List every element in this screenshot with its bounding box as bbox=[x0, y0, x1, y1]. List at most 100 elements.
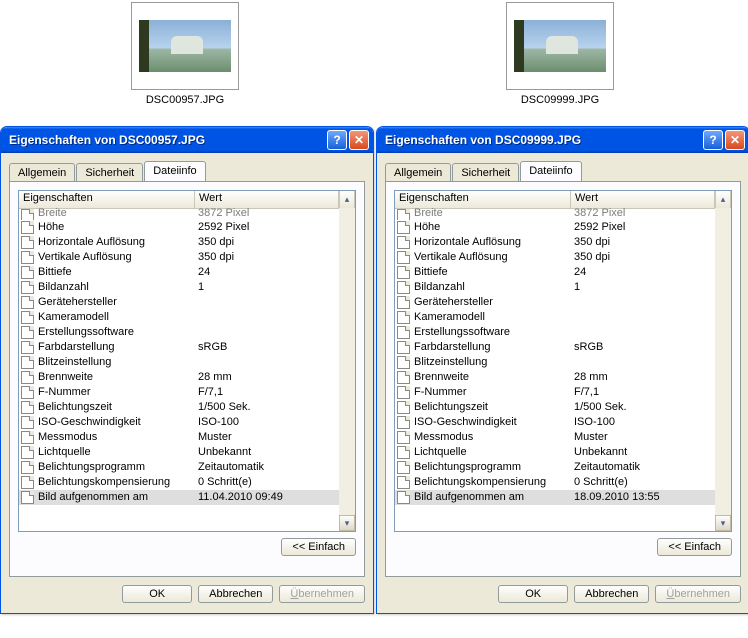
tab-panel: Eigenschaften Wert ▴ Breite3872 PixelHöh… bbox=[385, 181, 741, 577]
table-row[interactable]: Brennweite28 mm bbox=[395, 370, 715, 385]
table-row[interactable]: ISO-GeschwindigkeitISO-100 bbox=[19, 415, 339, 430]
table-row[interactable]: FarbdarstellungsRGB bbox=[19, 340, 339, 355]
property-name: Blitzeinstellung bbox=[414, 355, 574, 370]
table-row[interactable]: Horizontale Auflösung350 dpi bbox=[19, 235, 339, 250]
table-row[interactable]: BelichtungsprogrammZeitautomatik bbox=[395, 460, 715, 475]
table-row[interactable]: Vertikale Auflösung350 dpi bbox=[395, 250, 715, 265]
col-header-val[interactable]: Wert bbox=[195, 191, 339, 208]
apply-button[interactable]: Übernehmen bbox=[279, 585, 365, 603]
apply-button[interactable]: Übernehmen bbox=[655, 585, 741, 603]
tab-dateiinfo[interactable]: Dateiinfo bbox=[144, 161, 205, 181]
table-row[interactable]: Erstellungssoftware bbox=[19, 325, 339, 340]
close-button[interactable]: ✕ bbox=[725, 130, 745, 150]
col-header-val[interactable]: Wert bbox=[571, 191, 715, 208]
document-icon bbox=[397, 236, 410, 249]
col-header-prop[interactable]: Eigenschaften bbox=[395, 191, 571, 208]
property-list[interactable]: Eigenschaften Wert ▴ Breite3872 PixelHöh… bbox=[18, 190, 356, 532]
document-icon bbox=[397, 341, 410, 354]
table-row[interactable]: Belichtungszeit1/500 Sek. bbox=[395, 400, 715, 415]
table-row[interactable]: MessmodusMuster bbox=[395, 430, 715, 445]
tab-sicherheit[interactable]: Sicherheit bbox=[76, 163, 143, 182]
document-icon bbox=[21, 401, 34, 414]
property-list[interactable]: Eigenschaften Wert ▴ Breite3872 PixelHöh… bbox=[394, 190, 732, 532]
property-name: Brennweite bbox=[414, 370, 574, 385]
document-icon bbox=[21, 356, 34, 369]
table-row[interactable]: Kameramodell bbox=[19, 310, 339, 325]
tabs-row: Allgemein Sicherheit Dateiinfo bbox=[1, 153, 373, 181]
table-row[interactable]: Erstellungssoftware bbox=[395, 325, 715, 340]
tab-allgemein[interactable]: Allgemein bbox=[385, 163, 451, 182]
document-icon bbox=[21, 446, 34, 459]
table-row[interactable]: Vertikale Auflösung350 dpi bbox=[19, 250, 339, 265]
ok-button[interactable]: OK bbox=[122, 585, 192, 603]
tab-panel: Eigenschaften Wert ▴ Breite3872 PixelHöh… bbox=[9, 181, 365, 577]
help-button[interactable]: ? bbox=[327, 130, 347, 150]
table-row[interactable]: LichtquelleUnbekannt bbox=[395, 445, 715, 460]
titlebar[interactable]: Eigenschaften von DSC09999.JPG ? ✕ bbox=[377, 127, 748, 153]
table-row[interactable]: Bildanzahl1 bbox=[395, 280, 715, 295]
table-row[interactable]: MessmodusMuster bbox=[19, 430, 339, 445]
tab-sicherheit[interactable]: Sicherheit bbox=[452, 163, 519, 182]
table-row[interactable]: Gerätehersteller bbox=[395, 295, 715, 310]
scroll-down-icon[interactable]: ▾ bbox=[339, 515, 355, 531]
property-value: 2592 Pixel bbox=[574, 220, 715, 235]
table-row[interactable]: Höhe2592 Pixel bbox=[395, 220, 715, 235]
scrollbar-vertical[interactable]: ▾ bbox=[339, 208, 355, 531]
simple-button[interactable]: << Einfach bbox=[281, 538, 356, 556]
scroll-up-header-icon[interactable]: ▴ bbox=[339, 191, 355, 208]
help-button[interactable]: ? bbox=[703, 130, 723, 150]
file-thumbnail[interactable]: DSC00957.JPG bbox=[125, 2, 245, 106]
property-value bbox=[574, 325, 715, 340]
simple-button[interactable]: << Einfach bbox=[657, 538, 732, 556]
table-row[interactable]: Höhe2592 Pixel bbox=[19, 220, 339, 235]
table-row[interactable]: Belichtungszeit1/500 Sek. bbox=[19, 400, 339, 415]
tab-dateiinfo[interactable]: Dateiinfo bbox=[520, 161, 581, 181]
property-value: 24 bbox=[574, 265, 715, 280]
table-row[interactable]: LichtquelleUnbekannt bbox=[19, 445, 339, 460]
table-row[interactable]: BelichtungsprogrammZeitautomatik bbox=[19, 460, 339, 475]
table-row[interactable]: FarbdarstellungsRGB bbox=[395, 340, 715, 355]
table-row[interactable]: Gerätehersteller bbox=[19, 295, 339, 310]
table-row[interactable]: Bildanzahl1 bbox=[19, 280, 339, 295]
property-name: Belichtungszeit bbox=[38, 400, 198, 415]
document-icon bbox=[397, 356, 410, 369]
property-value bbox=[198, 295, 339, 310]
table-row[interactable]: Blitzeinstellung bbox=[19, 355, 339, 370]
ok-button[interactable]: OK bbox=[498, 585, 568, 603]
scroll-down-icon[interactable]: ▾ bbox=[715, 515, 731, 531]
property-name: Breite bbox=[38, 208, 198, 220]
table-row[interactable]: ISO-GeschwindigkeitISO-100 bbox=[395, 415, 715, 430]
table-row[interactable]: F-NummerF/7,1 bbox=[395, 385, 715, 400]
table-row[interactable]: Belichtungskompensierung0 Schritt(e) bbox=[19, 475, 339, 490]
table-row[interactable]: Breite3872 Pixel bbox=[395, 208, 715, 220]
col-header-prop[interactable]: Eigenschaften bbox=[19, 191, 195, 208]
property-name: F-Nummer bbox=[414, 385, 574, 400]
scrollbar-vertical[interactable]: ▾ bbox=[715, 208, 731, 531]
property-value bbox=[198, 310, 339, 325]
scroll-up-header-icon[interactable]: ▴ bbox=[715, 191, 731, 208]
table-row[interactable]: Bild aufgenommen am11.04.2010 09:49 bbox=[19, 490, 339, 505]
cancel-button[interactable]: Abbrechen bbox=[198, 585, 273, 603]
cancel-button[interactable]: Abbrechen bbox=[574, 585, 649, 603]
titlebar[interactable]: Eigenschaften von DSC00957.JPG ? ✕ bbox=[1, 127, 373, 153]
close-button[interactable]: ✕ bbox=[349, 130, 369, 150]
tab-allgemein[interactable]: Allgemein bbox=[9, 163, 75, 182]
table-row[interactable]: Brennweite28 mm bbox=[19, 370, 339, 385]
table-row[interactable]: Bittiefe24 bbox=[19, 265, 339, 280]
document-icon bbox=[397, 386, 410, 399]
document-icon bbox=[21, 209, 34, 220]
table-row[interactable]: F-NummerF/7,1 bbox=[19, 385, 339, 400]
table-row[interactable]: Blitzeinstellung bbox=[395, 355, 715, 370]
property-name: Erstellungssoftware bbox=[414, 325, 574, 340]
table-row[interactable]: Bittiefe24 bbox=[395, 265, 715, 280]
table-row[interactable]: Horizontale Auflösung350 dpi bbox=[395, 235, 715, 250]
table-row[interactable]: Belichtungskompensierung0 Schritt(e) bbox=[395, 475, 715, 490]
property-value: 28 mm bbox=[574, 370, 715, 385]
table-row[interactable]: Bild aufgenommen am18.09.2010 13:55 bbox=[395, 490, 715, 505]
table-row[interactable]: Breite3872 Pixel bbox=[19, 208, 339, 220]
table-row[interactable]: Kameramodell bbox=[395, 310, 715, 325]
property-value: 11.04.2010 09:49 bbox=[198, 490, 339, 505]
file-thumbnail[interactable]: DSC09999.JPG bbox=[500, 2, 620, 106]
list-header[interactable]: Eigenschaften Wert ▴ bbox=[395, 191, 731, 209]
list-header[interactable]: Eigenschaften Wert ▴ bbox=[19, 191, 355, 209]
